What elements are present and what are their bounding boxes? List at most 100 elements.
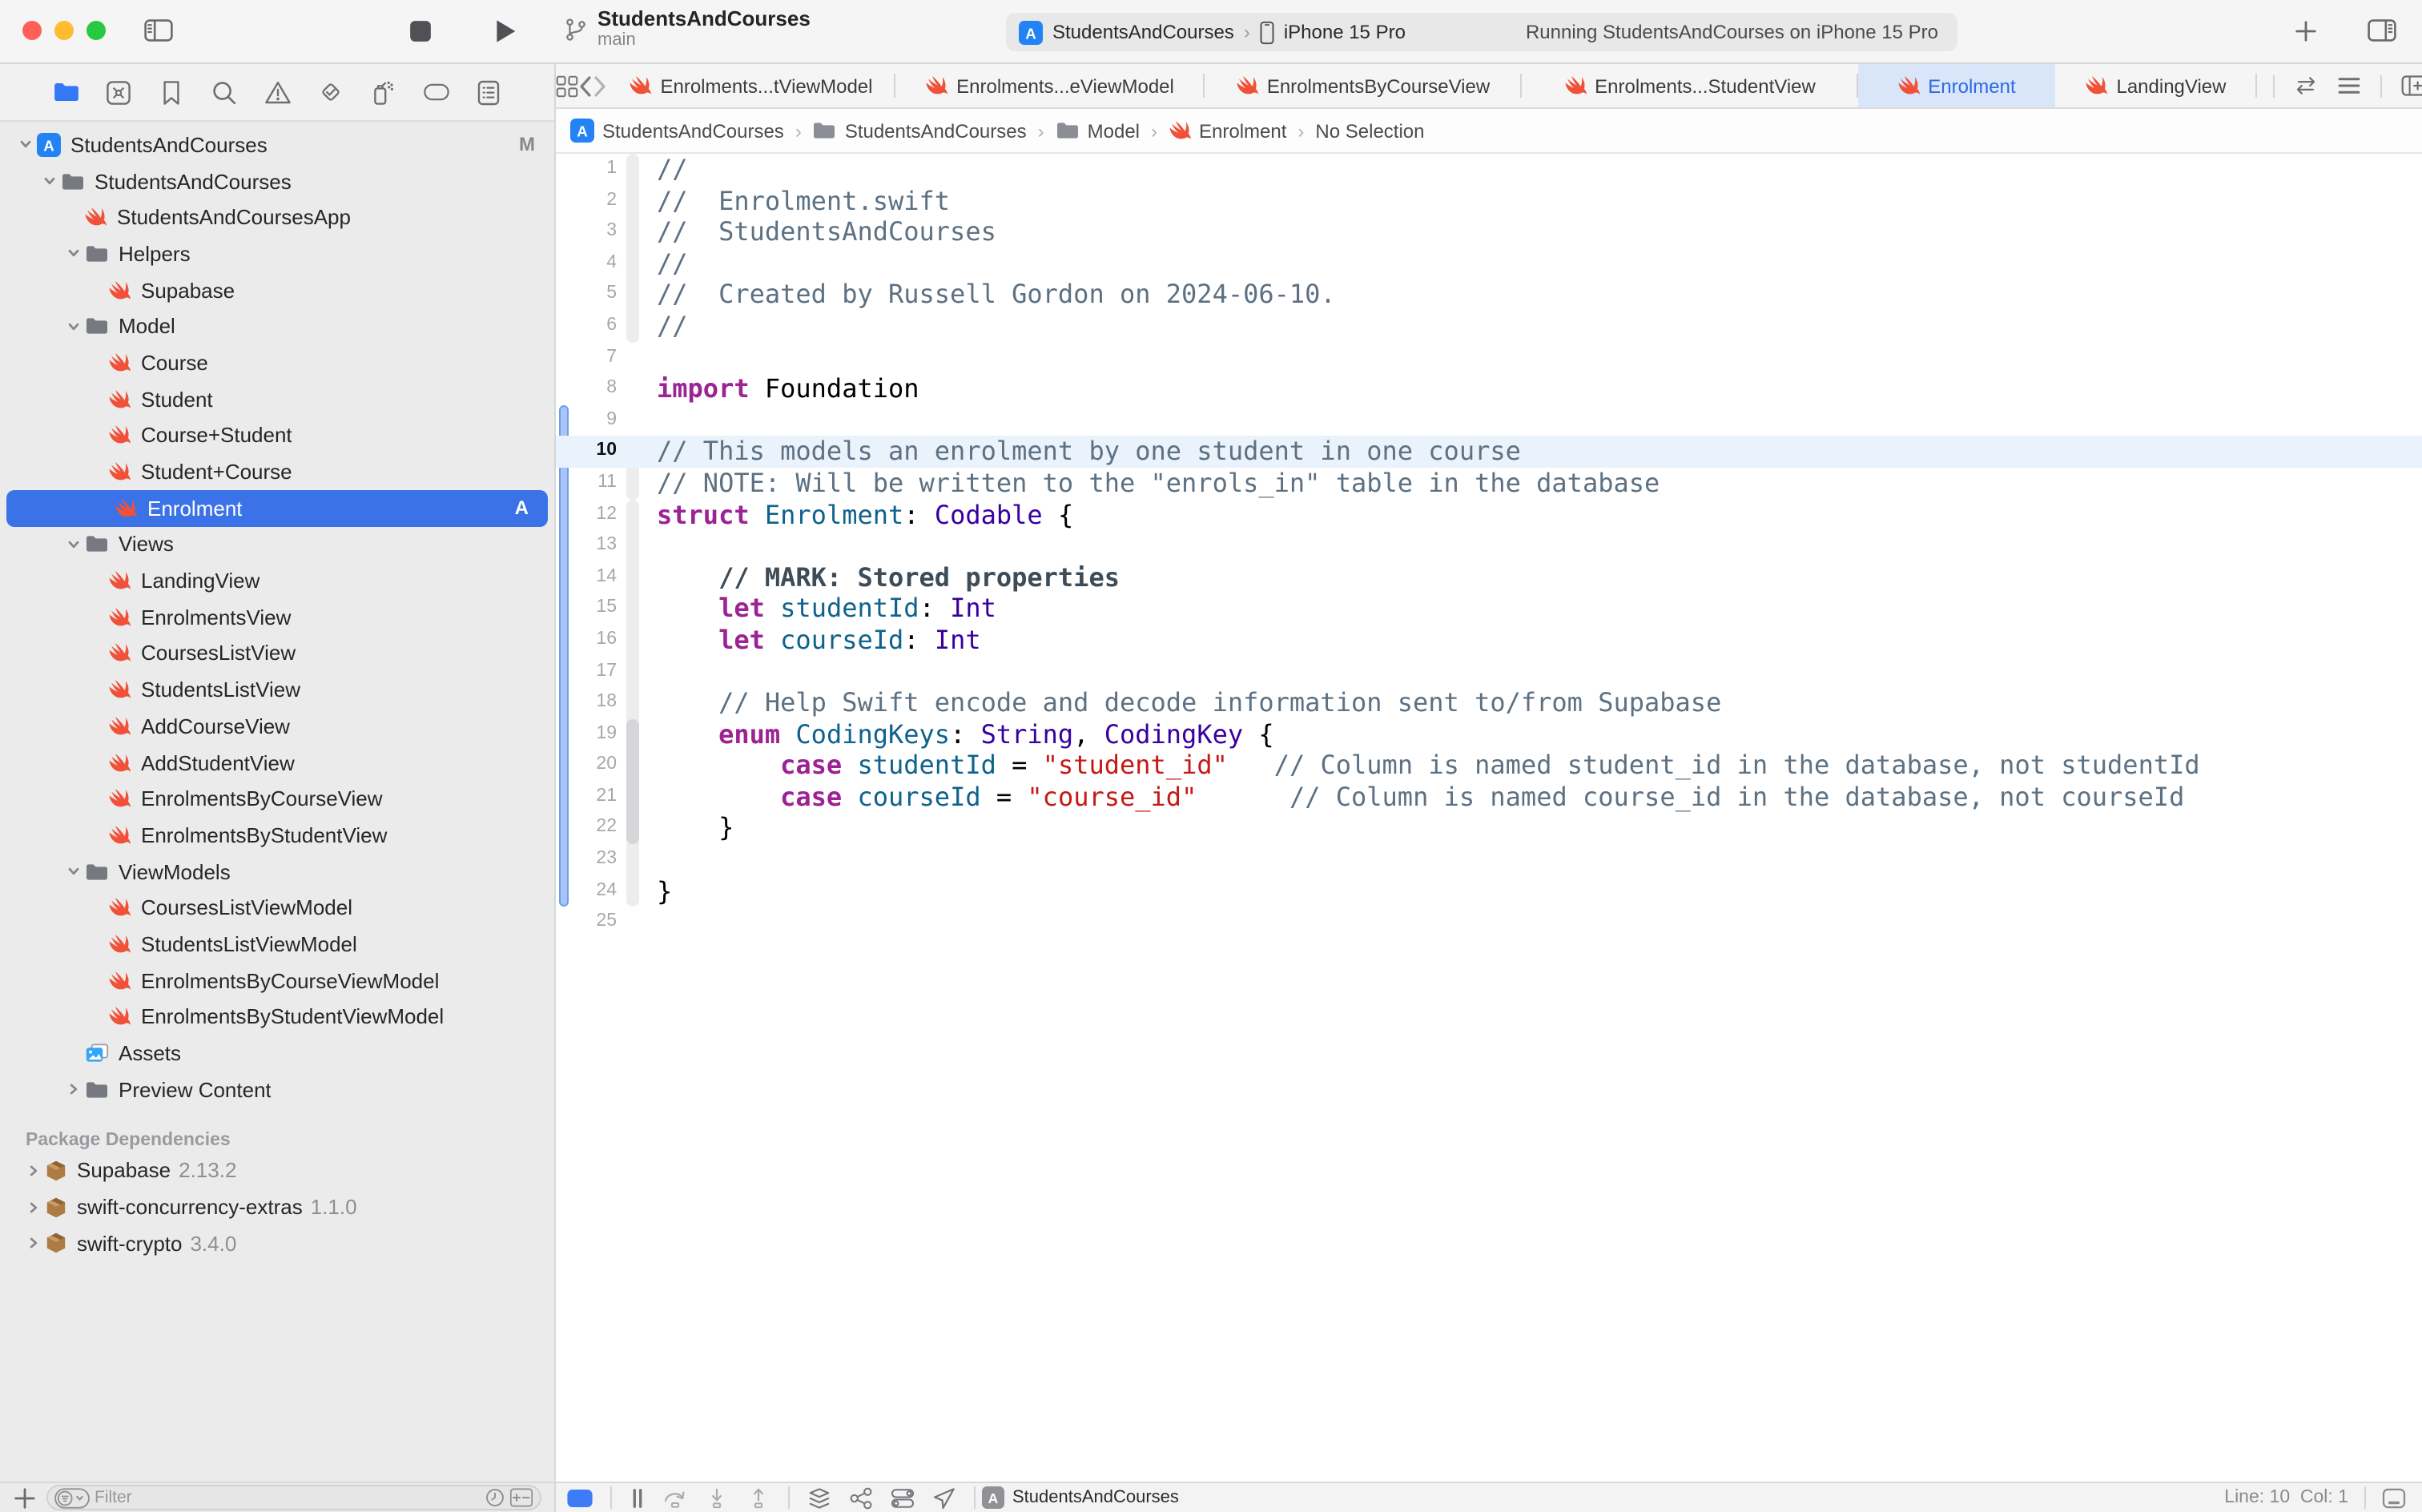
zoom-window-button[interactable]	[86, 21, 106, 40]
sidebar-item-course-student[interactable]: Course+Student	[0, 417, 554, 453]
line-number[interactable]: 15	[556, 593, 617, 625]
pause-icon[interactable]	[630, 1487, 646, 1508]
code-line[interactable]: 24}	[556, 875, 2422, 907]
tab-enrolments-eviewmodel[interactable]: Enrolments...eViewModel	[895, 64, 1205, 107]
disclosure-chevron-icon[interactable]	[61, 1081, 85, 1097]
tab-enrolments-tviewmodel[interactable]: Enrolments...tViewModel	[607, 64, 895, 107]
code-line[interactable]: 25	[556, 907, 2422, 939]
debug-navigator-icon[interactable]	[368, 78, 397, 107]
sidebar-item-preview-content[interactable]: Preview Content	[0, 1072, 554, 1108]
package-item-supabase[interactable]: Supabase2.13.2	[0, 1152, 554, 1188]
forward-chevron-icon[interactable]	[593, 64, 607, 107]
sidebar-item-student[interactable]: Student	[0, 381, 554, 417]
line-number[interactable]: 2	[556, 185, 617, 216]
line-number[interactable]: 8	[556, 373, 617, 404]
breadcrumb-item[interactable]: No Selection	[1315, 119, 1424, 142]
sidebar-item-enrolmentsbystudentviewmodel[interactable]: EnrolmentsByStudentViewModel	[0, 999, 554, 1035]
add-editor-icon[interactable]	[2401, 75, 2422, 96]
sidebar-item-studentslistviewmodel[interactable]: StudentsListViewModel	[0, 926, 554, 962]
disclosure-chevron-icon[interactable]	[61, 537, 85, 553]
breadcrumb-item[interactable]: StudentsAndCourses	[813, 119, 1027, 142]
code-line[interactable]: 10// This models an enrolment by one stu…	[556, 436, 2422, 468]
editor-bottom-bar-toggle-icon[interactable]	[2382, 1487, 2406, 1508]
code-line[interactable]: 5// Created by Russell Gordon on 2024-06…	[556, 279, 2422, 311]
tab-overview-icon[interactable]	[556, 64, 578, 107]
package-item-swift-crypto[interactable]: swift-crypto3.4.0	[0, 1225, 554, 1261]
sidebar-item-enrolmentsview[interactable]: EnrolmentsView	[0, 599, 554, 635]
sidebar-item-helpers[interactable]: Helpers	[0, 235, 554, 271]
line-number[interactable]: 1	[556, 154, 617, 185]
code-line[interactable]: 2// Enrolment.swift	[556, 185, 2422, 216]
line-number[interactable]: 24	[556, 875, 617, 907]
sidebar-item-studentsandcourses[interactable]: AStudentsAndCoursesM	[0, 127, 554, 163]
step-out-icon[interactable]	[746, 1487, 770, 1508]
project-navigator-icon[interactable]	[51, 78, 80, 107]
sidebar-item-views[interactable]: Views	[0, 526, 554, 562]
breakpoints-toggle-icon[interactable]	[567, 1489, 593, 1506]
line-number[interactable]: 14	[556, 561, 617, 593]
sidebar-item-viewmodels[interactable]: ViewModels	[0, 854, 554, 890]
sidebar-item-assets[interactable]: Assets	[0, 1035, 554, 1071]
breadcrumb-item[interactable]: AStudentsAndCourses	[570, 119, 784, 143]
find-navigator-icon[interactable]	[210, 78, 239, 107]
line-number[interactable]: 25	[556, 907, 617, 939]
sidebar-item-addcourseview[interactable]: AddCourseView	[0, 708, 554, 744]
close-window-button[interactable]	[22, 21, 42, 40]
line-number[interactable]: 6	[556, 311, 617, 342]
minimize-window-button[interactable]	[54, 21, 74, 40]
code-line[interactable]: 17	[556, 656, 2422, 687]
scheme-app-name[interactable]: StudentsAndCourses	[1052, 21, 1234, 43]
sidebar-divider[interactable]	[554, 64, 556, 1512]
tab-enrolment[interactable]: Enrolment	[1858, 64, 2055, 107]
issues-navigator-icon[interactable]	[263, 78, 292, 107]
sidebar-item-enrolmentsbycourseviewmodel[interactable]: EnrolmentsByCourseViewModel	[0, 963, 554, 999]
simulate-location-icon[interactable]	[932, 1486, 956, 1510]
tab-enrolmentsbycourseview[interactable]: EnrolmentsByCourseView	[1205, 64, 1522, 107]
code-line[interactable]: 22 }	[556, 813, 2422, 844]
line-number[interactable]: 7	[556, 342, 617, 373]
sidebar-item-addstudentview[interactable]: AddStudentView	[0, 744, 554, 780]
code-line[interactable]: 15 let studentId: Int	[556, 593, 2422, 625]
line-number[interactable]: 13	[556, 530, 617, 561]
sidebar-item-landingview[interactable]: LandingView	[0, 563, 554, 599]
line-number[interactable]: 20	[556, 750, 617, 782]
sidebar-item-student-course[interactable]: Student+Course	[0, 453, 554, 489]
code-line[interactable]: 18 // Help Swift encode and decode infor…	[556, 687, 2422, 718]
line-number[interactable]: 3	[556, 216, 617, 247]
code-line[interactable]: 23	[556, 844, 2422, 875]
add-remove-filter-icon[interactable]	[509, 1488, 533, 1507]
disclosure-chevron-icon[interactable]	[61, 863, 85, 879]
code-line[interactable]: 21 case courseId = "course_id" // Column…	[556, 782, 2422, 813]
environment-overrides-icon[interactable]	[891, 1487, 915, 1508]
bookmarks-navigator-icon[interactable]	[157, 78, 186, 107]
code-line[interactable]: 12struct Enrolment: Codable {	[556, 499, 2422, 530]
line-number[interactable]: 18	[556, 687, 617, 718]
sidebar-item-supabase[interactable]: Supabase	[0, 272, 554, 308]
sidebar-item-courseslistview[interactable]: CoursesListView	[0, 635, 554, 671]
disclosure-chevron-icon[interactable]	[13, 137, 37, 153]
code-line[interactable]: 3// StudentsAndCourses	[556, 216, 2422, 247]
package-item-swift-concurrency-extras[interactable]: swift-concurrency-extras1.1.0	[0, 1189, 554, 1225]
sidebar-item-studentsandcourses[interactable]: StudentsAndCourses	[0, 163, 554, 199]
disclosure-chevron-icon[interactable]	[21, 1199, 45, 1215]
tests-navigator-icon[interactable]	[316, 78, 344, 107]
breadcrumb-item[interactable]: Model	[1056, 119, 1140, 142]
filter-input[interactable]	[90, 1488, 485, 1507]
filter-field[interactable]	[46, 1485, 541, 1510]
memory-graph-icon[interactable]	[849, 1486, 873, 1510]
disclosure-chevron-icon[interactable]	[61, 246, 85, 262]
line-number[interactable]: 9	[556, 405, 617, 436]
line-number[interactable]: 4	[556, 248, 617, 279]
disclosure-chevron-icon[interactable]	[21, 1236, 45, 1252]
line-number[interactable]: 21	[556, 782, 617, 813]
line-number[interactable]: 19	[556, 718, 617, 750]
view-hierarchy-icon[interactable]	[807, 1486, 831, 1510]
sidebar-item-studentsandcoursesapp[interactable]: StudentsAndCoursesApp	[0, 199, 554, 235]
line-number[interactable]: 16	[556, 625, 617, 656]
disclosure-chevron-icon[interactable]	[61, 319, 85, 335]
sidebar-item-course[interactable]: Course	[0, 344, 554, 380]
tab-enrolments-studentview[interactable]: Enrolments...StudentView	[1522, 64, 1858, 107]
line-number[interactable]: 22	[556, 813, 617, 844]
code-line[interactable]: 9	[556, 405, 2422, 436]
line-number[interactable]: 10	[556, 436, 617, 468]
